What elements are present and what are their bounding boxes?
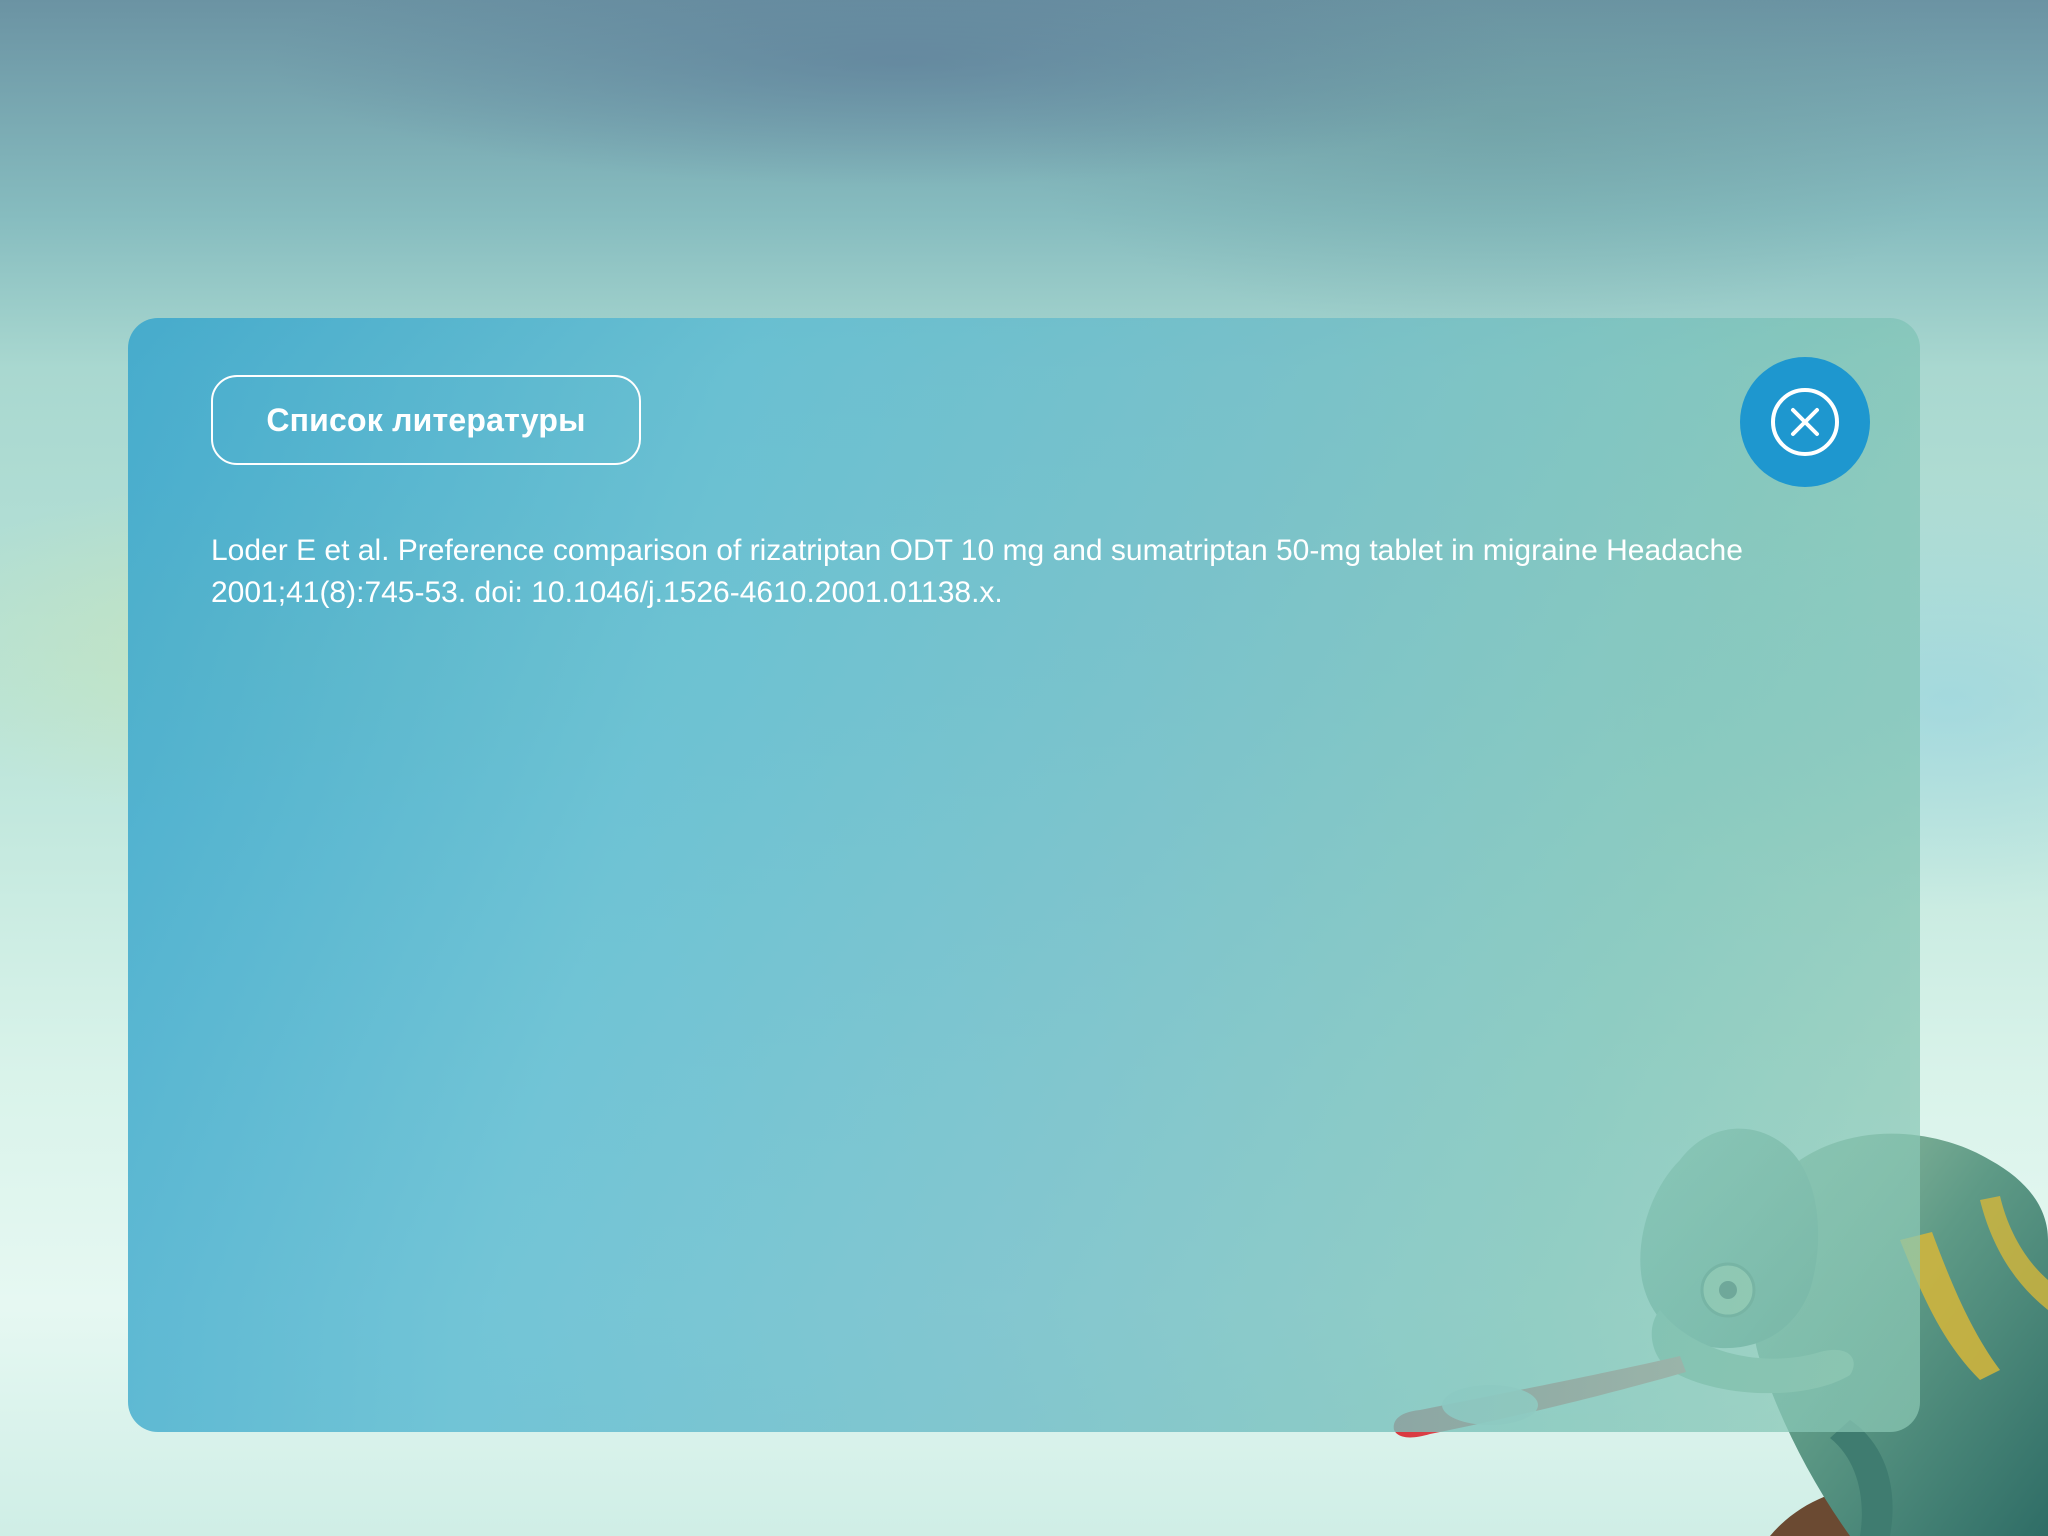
close-circle-icon [1771,388,1839,456]
close-button[interactable] [1740,357,1870,487]
reference-text: Loder E et al. Preference comparison of … [211,534,1743,609]
references-modal: Список литературы Loder E et al. Prefere… [128,318,1920,1432]
modal-title: Список литературы [211,375,641,465]
